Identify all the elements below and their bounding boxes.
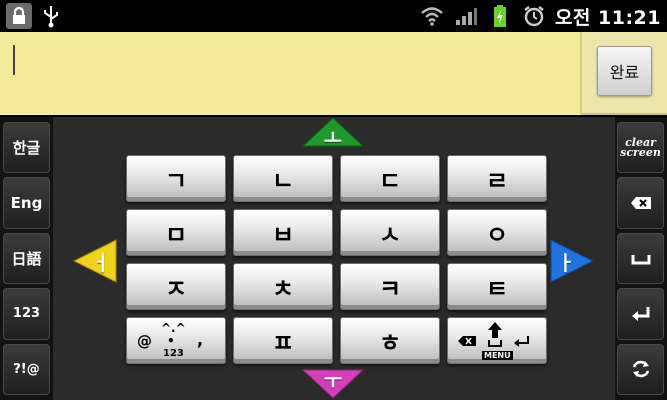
symbol-mode-key[interactable]: ?!@ <box>3 343 50 396</box>
vowel-a-label: ㅏ <box>556 250 576 275</box>
alarm-icon <box>521 3 547 29</box>
vowel-a-key[interactable]: ㅏ <box>550 239 594 283</box>
enter-small-icon <box>514 336 529 347</box>
signal-icon <box>453 3 479 29</box>
key-tieut[interactable]: ㅌ <box>447 263 547 310</box>
action-column: clear screen <box>614 117 667 400</box>
rotate-icon <box>632 361 649 378</box>
status-bar: 오전 11:21 <box>0 0 667 32</box>
vowel-eo-label: ㅓ <box>91 250 111 275</box>
vowel-eo-key[interactable]: ㅓ <box>73 239 117 283</box>
at-sign: @ <box>137 332 152 350</box>
key-emoticon-punctuation[interactable]: @ ^.^ • , 123 <box>126 317 226 364</box>
clock-time: 오전 11:21 <box>554 6 661 29</box>
input-bar: 완료 <box>0 32 667 115</box>
shift-icon <box>488 322 502 338</box>
backspace-small-icon <box>458 336 476 346</box>
comma-symbol: , <box>197 330 204 349</box>
key-bieup[interactable]: ㅂ <box>233 209 333 256</box>
usb-icon <box>38 3 64 29</box>
screen-label: screen <box>620 145 661 159</box>
key-jieut[interactable]: ㅈ <box>126 263 226 310</box>
battery-icon <box>487 3 513 29</box>
english-mode-key[interactable]: Eng <box>3 177 50 229</box>
key-chieut[interactable]: ㅊ <box>233 263 333 310</box>
key-giyeok[interactable]: ㄱ <box>126 155 226 202</box>
key-siot[interactable]: ㅅ <box>340 209 440 256</box>
wifi-icon <box>419 3 445 29</box>
rotate-key[interactable] <box>617 343 664 396</box>
korean-mode-key[interactable]: 한글 <box>3 122 50 174</box>
key-rieul[interactable]: ㄹ <box>447 155 547 202</box>
vowel-o-label: ㅗ <box>323 125 343 150</box>
emoticon-face: ^.^ <box>161 321 186 335</box>
vowel-u-key[interactable]: ㅜ <box>302 369 364 399</box>
menu-label: MENU <box>482 351 513 360</box>
keyboard: 한글 Eng 日語 123 ?!@ clear screen ㅗ ㅜ ㅓ ㅏ ㄱ… <box>0 117 667 400</box>
clear-screen-key[interactable]: clear screen <box>617 122 664 174</box>
key-edit-functions[interactable]: MENU <box>447 317 547 364</box>
space-key[interactable] <box>617 232 664 285</box>
key-kieuk[interactable]: ㅋ <box>340 263 440 310</box>
vowel-o-key[interactable]: ㅗ <box>302 117 364 150</box>
key-hieut[interactable]: ㅎ <box>340 317 440 364</box>
key-nieun[interactable]: ㄴ <box>233 155 333 202</box>
language-column: 한글 Eng 日語 123 ?!@ <box>0 117 53 400</box>
dot-symbol: • <box>167 334 175 348</box>
number-mode-key[interactable]: 123 <box>3 288 50 340</box>
backspace-key[interactable] <box>617 177 664 229</box>
key-ieung[interactable]: ㅇ <box>447 209 547 256</box>
text-caret <box>13 45 15 75</box>
lock-icon <box>6 3 32 29</box>
space-small-icon <box>488 340 502 347</box>
key-mieum[interactable]: ㅁ <box>126 209 226 256</box>
japanese-mode-key[interactable]: 日語 <box>3 232 50 285</box>
backspace-icon <box>630 197 651 210</box>
key-digeut[interactable]: ㄷ <box>340 155 440 202</box>
text-input[interactable] <box>0 32 582 115</box>
enter-icon <box>631 306 649 321</box>
number-hint: 123 <box>163 348 184 359</box>
key-pieup[interactable]: ㅍ <box>233 317 333 364</box>
enter-key[interactable] <box>617 288 664 340</box>
space-icon <box>631 254 650 265</box>
done-button[interactable]: 완료 <box>597 46 652 96</box>
vowel-u-label: ㅜ <box>323 368 343 393</box>
